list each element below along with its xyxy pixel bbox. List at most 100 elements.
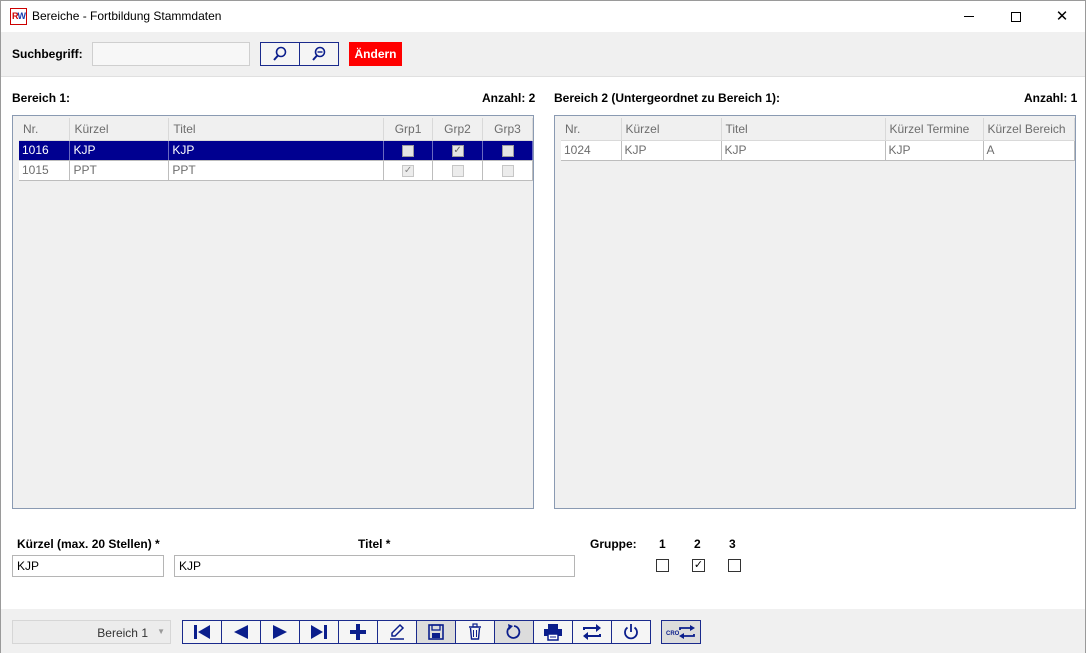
table-row[interactable]: 1024 KJP KJP KJP A [561, 140, 1075, 161]
minimize-button[interactable] [946, 1, 992, 32]
titel-label: Titel * [358, 537, 391, 551]
cell-titel: KJP [721, 140, 886, 161]
cell-grp3 [482, 160, 533, 181]
print-icon [544, 624, 562, 641]
zoom-out-icon [312, 46, 326, 61]
cell-grp3 [482, 140, 533, 161]
power-icon [624, 624, 638, 640]
cell-titel: KJP [168, 140, 385, 161]
column-header[interactable]: Grp3 [482, 118, 533, 141]
gruppe-3-checkbox[interactable] [728, 559, 741, 572]
gruppe-1-checkbox[interactable] [656, 559, 669, 572]
cro-label: CRO [666, 631, 680, 637]
column-header[interactable]: Grp2 [432, 118, 483, 141]
main-panel: Bereich 1: Anzahl: 2 Bereich 2 (Untergeo… [1, 77, 1085, 609]
cell-grp1: ✓ [383, 160, 434, 181]
last-record-icon [311, 625, 327, 639]
table-row[interactable]: 1015 PPT PPT ✓ [19, 160, 533, 181]
refresh-button[interactable] [494, 620, 534, 644]
bereich2-grid[interactable]: Nr. Kürzel Titel Kürzel Termine Kürzel B… [554, 115, 1076, 509]
grp1-checkbox[interactable]: ✓ [402, 164, 415, 177]
column-header[interactable]: Titel [721, 118, 886, 141]
close-button[interactable]: ✕ [1039, 1, 1085, 32]
gruppe-label: Gruppe: [590, 537, 637, 551]
search-button[interactable] [260, 42, 300, 66]
search-icon [273, 46, 287, 61]
first-record-icon [194, 625, 210, 639]
column-header[interactable]: Kürzel Bereich [983, 118, 1075, 141]
gruppe-2-checkbox[interactable]: ✓ [692, 559, 705, 572]
app-logo-icon: RW [10, 8, 27, 25]
gruppe-3-label: 3 [729, 537, 736, 551]
grp2-checkbox[interactable] [451, 164, 464, 177]
add-icon [350, 624, 366, 640]
cell-nr: 1015 [19, 160, 71, 181]
next-record-icon [273, 625, 287, 639]
cell-nr: 1024 [561, 140, 622, 161]
delete-icon [469, 623, 481, 640]
gruppe-2-label: 2 [694, 537, 701, 551]
column-header[interactable]: Nr. [561, 118, 622, 141]
edit-icon [390, 623, 405, 640]
aendern-button[interactable]: Ändern [349, 42, 402, 66]
cell-kuerzel: KJP [621, 140, 722, 161]
transfer-button[interactable] [572, 620, 612, 644]
grp2-checkbox[interactable]: ✓ [451, 144, 464, 157]
table-row[interactable]: 1016 KJP KJP ✓ [19, 140, 533, 161]
content-area: Suchbegriff: Ändern Bereich 1: Anzahl: 2… [1, 32, 1085, 609]
bereich2-count: Anzahl: 1 [1024, 91, 1078, 105]
transfer-icon [583, 624, 601, 640]
column-header[interactable]: Grp1 [383, 118, 434, 141]
bereich1-count: Anzahl: 2 [482, 91, 536, 105]
edit-button[interactable] [377, 620, 417, 644]
print-button[interactable] [533, 620, 573, 644]
column-header[interactable]: Kürzel [69, 118, 170, 141]
window-title: Bereiche - Fortbildung Stammdaten [32, 9, 222, 23]
delete-button[interactable] [455, 620, 495, 644]
cell-grp2 [432, 160, 483, 181]
chevron-down-icon: ▼ [157, 627, 165, 636]
bereich2-title: Bereich 2 (Untergeordnet zu Bereich 1): [554, 91, 781, 105]
grp1-checkbox[interactable] [402, 144, 415, 157]
prev-record-icon [234, 625, 248, 639]
add-button[interactable] [338, 620, 378, 644]
search-input[interactable] [92, 42, 250, 66]
maximize-icon [1011, 11, 1021, 22]
cell-kuerzel: PPT [69, 160, 170, 181]
kuerzel-field[interactable]: KJP [12, 555, 164, 577]
maximize-button[interactable] [993, 1, 1039, 32]
next-record-button[interactable] [260, 620, 300, 644]
bereich-select[interactable]: Bereich 1 ▼ [12, 620, 171, 644]
cell-grp2: ✓ [432, 140, 483, 161]
save-button[interactable] [416, 620, 456, 644]
gruppe-1-label: 1 [659, 537, 666, 551]
grp3-checkbox[interactable] [501, 164, 514, 177]
cell-nr: 1016 [19, 140, 71, 161]
bereich-select-value: Bereich 1 [97, 626, 148, 640]
grp3-checkbox[interactable] [501, 144, 514, 157]
bottom-toolbar: Bereich 1 ▼ CRO [1, 609, 1085, 653]
titel-field[interactable]: KJP [174, 555, 575, 577]
power-button[interactable] [611, 620, 651, 644]
app-window: RW Bereiche - Fortbildung Stammdaten ✕ S… [0, 0, 1086, 653]
cell-kuerzel-bereich: A [983, 140, 1075, 161]
minimize-icon [964, 16, 974, 17]
close-icon: ✕ [1055, 8, 1069, 25]
last-record-button[interactable] [299, 620, 339, 644]
column-header[interactable]: Titel [168, 118, 385, 141]
column-header[interactable]: Kürzel [621, 118, 722, 141]
title-bar: RW Bereiche - Fortbildung Stammdaten ✕ [1, 1, 1085, 32]
column-header[interactable]: Nr. [19, 118, 71, 141]
cell-kuerzel-termine: KJP [885, 140, 984, 161]
prev-record-button[interactable] [221, 620, 261, 644]
cell-kuerzel: KJP [69, 140, 170, 161]
reset-search-button[interactable] [299, 42, 339, 66]
cell-titel: PPT [168, 160, 385, 181]
cro-transfer-button[interactable]: CRO [661, 620, 701, 644]
bereich1-grid[interactable]: Nr. Kürzel Titel Grp1 Grp2 Grp3 1016 KJP… [12, 115, 534, 509]
first-record-button[interactable] [182, 620, 222, 644]
bereich1-table: Nr. Kürzel Titel Grp1 Grp2 Grp3 1016 KJP… [19, 118, 533, 181]
save-icon [428, 624, 444, 640]
column-header[interactable]: Kürzel Termine [885, 118, 984, 141]
cell-grp1 [383, 140, 434, 161]
